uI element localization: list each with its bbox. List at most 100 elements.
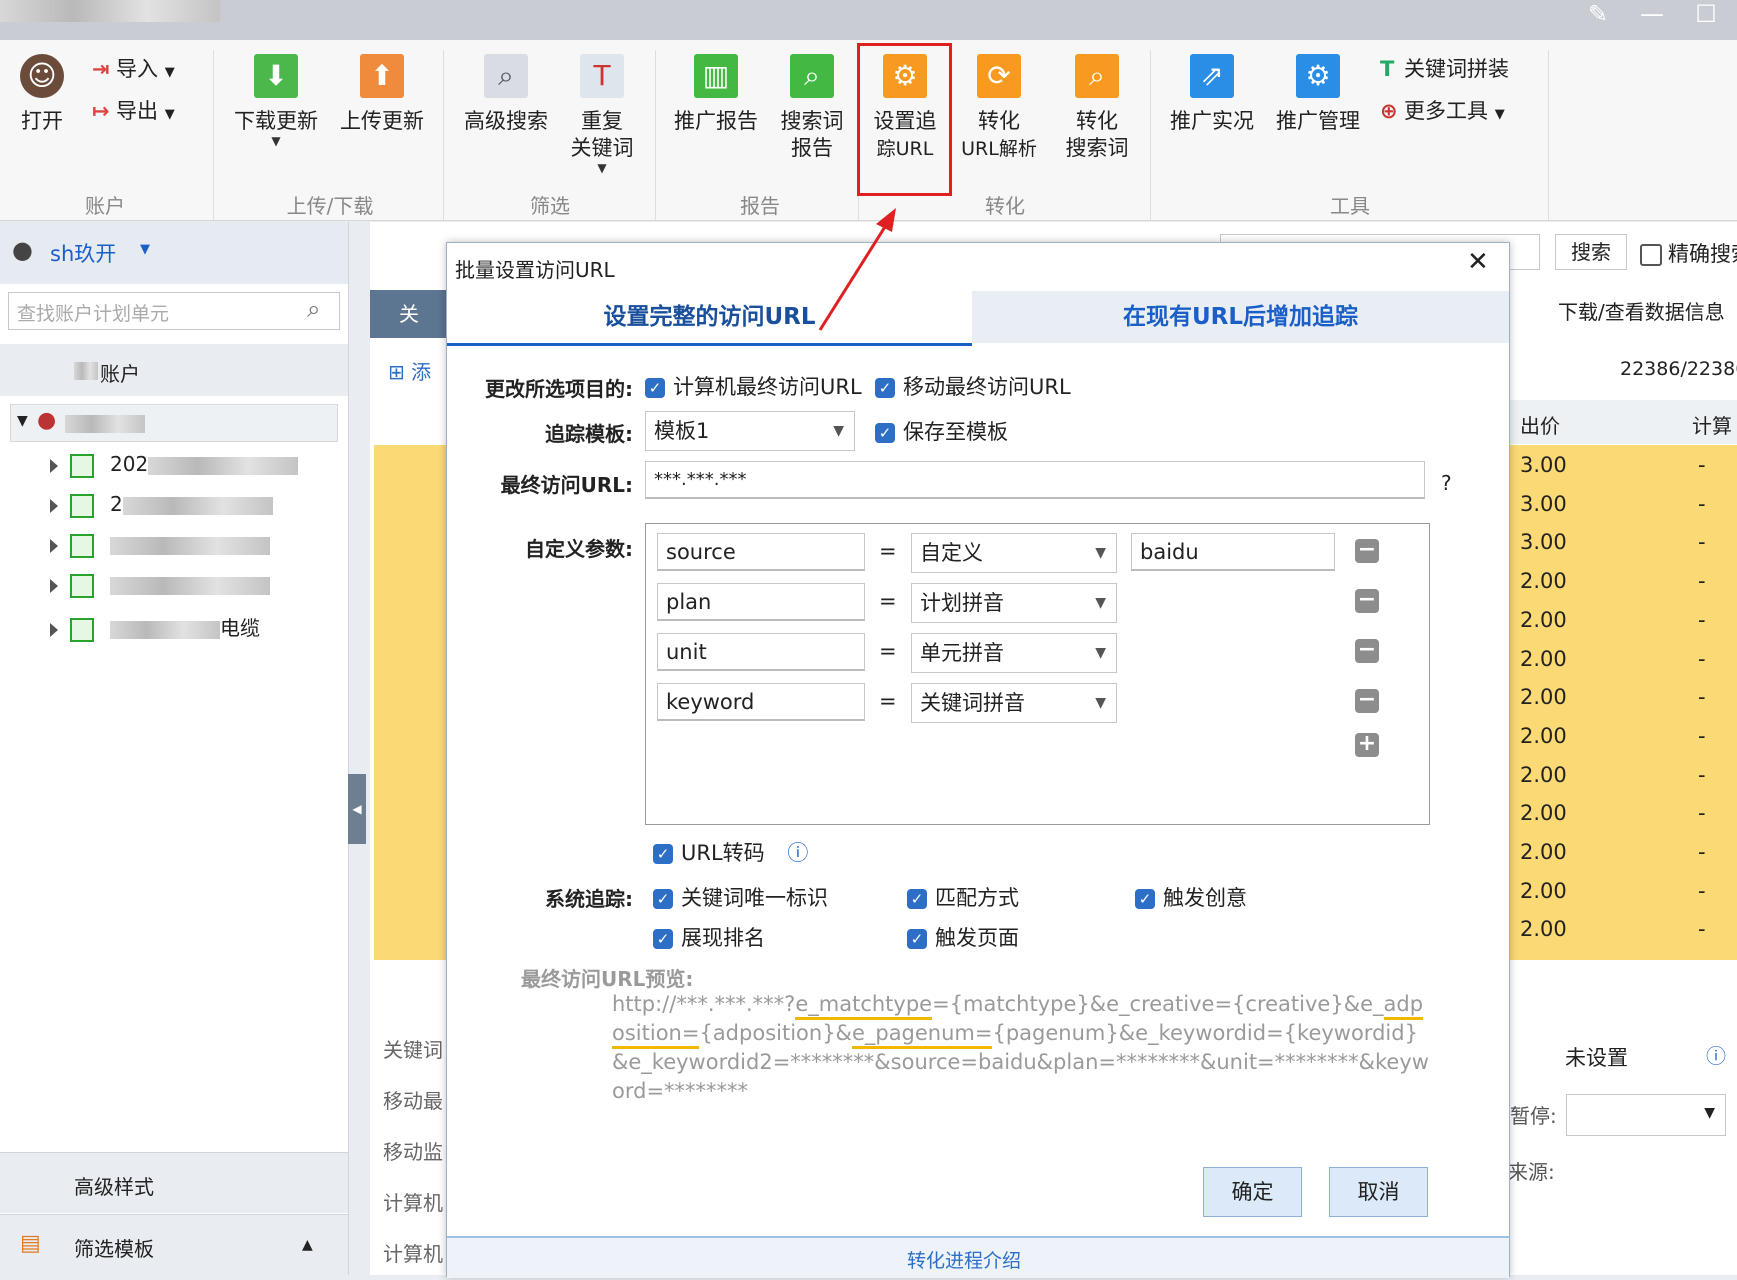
help-icon[interactable]: ⓘ bbox=[787, 841, 808, 865]
table-row[interactable]: 2.00 - bbox=[1520, 917, 1730, 941]
search-button[interactable]: 搜索 bbox=[1555, 234, 1627, 270]
minimize-button[interactable]: — bbox=[1632, 0, 1672, 28]
param-key-input[interactable]: plan bbox=[657, 583, 865, 621]
expand-icon[interactable] bbox=[50, 458, 58, 473]
tree-item[interactable]: 电缆 bbox=[50, 612, 260, 644]
param-key-input[interactable]: unit bbox=[657, 633, 865, 671]
edit-icon[interactable]: ✎ bbox=[1578, 0, 1618, 28]
calc-cell: - bbox=[1698, 453, 1706, 477]
save-template-checkbox[interactable]: ✓ 保存至模板 bbox=[875, 416, 1008, 446]
expand-down-icon[interactable]: ▼ bbox=[17, 413, 28, 429]
keyword-combine-button[interactable]: T 关键词拼装 bbox=[1380, 54, 1509, 84]
expand-icon[interactable] bbox=[50, 538, 58, 553]
table-row[interactable]: 3.00 - bbox=[1520, 530, 1730, 554]
remove-param-button[interactable]: − bbox=[1355, 589, 1379, 613]
table-row[interactable]: 2.00 - bbox=[1520, 840, 1730, 864]
params-label: 自定义参数: bbox=[525, 537, 633, 561]
search-icon[interactable]: ⌕ bbox=[307, 295, 320, 323]
table-row[interactable]: 2.00 - bbox=[1520, 569, 1730, 593]
tree-item[interactable] bbox=[50, 532, 270, 564]
download-view-link[interactable]: 下载/查看数据信息 bbox=[1558, 296, 1725, 325]
tree-item[interactable]: 2 bbox=[50, 492, 273, 524]
tree-item[interactable] bbox=[50, 572, 270, 604]
url-encode-checkbox[interactable]: ✓ URL转码 ⓘ bbox=[653, 837, 808, 867]
add-button[interactable]: ⊞ 添 bbox=[388, 356, 431, 385]
remove-param-button[interactable]: − bbox=[1355, 689, 1379, 713]
add-param-button[interactable]: + bbox=[1355, 733, 1379, 757]
table-row[interactable]: 2.00 - bbox=[1520, 763, 1730, 787]
track-match-type-checkbox[interactable]: ✓ 匹配方式 bbox=[907, 882, 1019, 912]
magnifier-document-icon: ⌕ bbox=[484, 54, 528, 98]
template-select[interactable]: 模板1 ▼ bbox=[645, 411, 855, 451]
advanced-search-button[interactable]: ⌕ 高级搜索 bbox=[458, 54, 554, 135]
tree-item[interactable]: 202 bbox=[50, 452, 299, 484]
track-creative-checkbox[interactable]: ✓ 触发创意 bbox=[1135, 882, 1247, 912]
tree-account-row[interactable]: ▼ ● bbox=[10, 404, 338, 442]
cancel-button[interactable]: 取消 bbox=[1329, 1167, 1428, 1217]
price-cell: 3.00 bbox=[1520, 530, 1567, 555]
param-value-input[interactable]: baidu bbox=[1131, 533, 1335, 571]
arrow-head bbox=[876, 208, 896, 232]
promotion-report-button[interactable]: ▥ 推广报告 bbox=[668, 54, 764, 135]
param-key-input[interactable]: source bbox=[657, 533, 865, 571]
param-type-select[interactable]: 单元拼音 ▼ bbox=[911, 633, 1117, 673]
conversion-intro-link[interactable]: 转化进程介绍 bbox=[907, 1246, 1021, 1273]
username-dropdown[interactable]: sh玖开 bbox=[50, 238, 116, 268]
search-term-report-button[interactable]: ⌕ 搜索词 报告 bbox=[772, 54, 852, 162]
expand-icon[interactable] bbox=[50, 578, 58, 593]
close-icon[interactable]: ✕ bbox=[1467, 247, 1489, 277]
track-keyword-id-checkbox[interactable]: ✓ 关键词唯一标识 bbox=[653, 882, 828, 912]
tree-search-input[interactable]: 查找账户计划单元 ⌕ bbox=[8, 292, 340, 330]
mobile-url-checkbox[interactable]: ✓ 移动最终访问URL bbox=[875, 371, 1071, 401]
manage-icon: ⚙ bbox=[1296, 54, 1340, 98]
table-row[interactable]: 2.00 - bbox=[1520, 879, 1730, 903]
final-url-input[interactable]: ***.***.*** bbox=[645, 461, 1425, 499]
param-type-select[interactable]: 关键词拼音 ▼ bbox=[911, 683, 1117, 723]
chevron-down-icon: ▼ bbox=[1095, 695, 1106, 711]
ok-button[interactable]: 确定 bbox=[1203, 1167, 1302, 1217]
promotion-manage-button[interactable]: ⚙ 推广管理 bbox=[1270, 54, 1366, 135]
download-update-button[interactable]: ⬇ 下载更新 ▼ bbox=[228, 54, 324, 147]
help-icon[interactable]: ⓘ bbox=[1706, 1040, 1726, 1069]
chevron-down-icon[interactable]: ▼ bbox=[140, 242, 150, 257]
pause-select[interactable]: ▼ bbox=[1566, 1094, 1726, 1136]
track-rank-checkbox[interactable]: ✓ 展现排名 bbox=[653, 922, 765, 952]
chevron-up-icon[interactable]: ▲ bbox=[302, 1237, 313, 1253]
promotion-live-button[interactable]: ⇗ 推广实况 bbox=[1164, 54, 1260, 135]
conversion-search-term-button[interactable]: ⌕ 转化 搜索词 bbox=[1052, 54, 1142, 162]
more-tools-button[interactable]: ⊕ 更多工具 ▼ bbox=[1380, 96, 1505, 130]
table-row[interactable]: 3.00 - bbox=[1520, 453, 1730, 477]
duplicate-keyword-button[interactable]: T 重复 关键词 ▼ bbox=[562, 54, 642, 174]
table-row[interactable]: 2.00 - bbox=[1520, 801, 1730, 825]
upload-update-button[interactable]: ⬆ 上传更新 bbox=[334, 54, 430, 135]
param-type-select[interactable]: 自定义 ▼ bbox=[911, 533, 1117, 573]
table-row[interactable]: 2.00 - bbox=[1520, 724, 1730, 748]
pc-url-checkbox[interactable]: ✓ 计算机最终访问URL bbox=[645, 371, 862, 401]
advanced-style-bar[interactable]: 高级样式 bbox=[0, 1152, 348, 1213]
exact-search-checkbox[interactable]: 精确搜索 bbox=[1640, 238, 1737, 268]
export-button[interactable]: ↦ 导出 ▼ bbox=[92, 96, 175, 130]
track-page-checkbox[interactable]: ✓ 触发页面 bbox=[907, 922, 1019, 952]
param-key-input[interactable]: keyword bbox=[657, 683, 865, 721]
expand-icon[interactable] bbox=[50, 498, 58, 513]
remove-param-button[interactable]: − bbox=[1355, 639, 1379, 663]
remove-param-button[interactable]: − bbox=[1355, 539, 1379, 563]
table-row[interactable]: 3.00 - bbox=[1520, 492, 1730, 516]
import-button[interactable]: ⇥ 导入 ▼ bbox=[92, 54, 175, 88]
param-type-select[interactable]: 计划拼音 ▼ bbox=[911, 583, 1117, 623]
tab-append-tracking[interactable]: 在现有URL后增加追踪 bbox=[972, 291, 1509, 343]
dropdown-arrow-icon: ▼ bbox=[597, 161, 607, 175]
open-button[interactable]: ☺ 打开 bbox=[12, 54, 72, 135]
highlight-box bbox=[857, 43, 952, 196]
table-row[interactable]: 2.00 - bbox=[1520, 685, 1730, 709]
maximize-button[interactable]: ☐ bbox=[1686, 0, 1726, 28]
collapse-panel-handle[interactable]: ◀ bbox=[348, 774, 366, 844]
filter-template-bar[interactable]: ▤ 筛选模板 ▲ bbox=[0, 1214, 348, 1276]
expand-icon[interactable] bbox=[50, 622, 58, 637]
main-tab[interactable]: 关 bbox=[370, 290, 448, 338]
check-icon: ✓ bbox=[653, 889, 673, 909]
table-row[interactable]: 2.00 - bbox=[1520, 647, 1730, 671]
conversion-url-parse-button[interactable]: ⟳ 转化 URL解析 bbox=[956, 54, 1042, 163]
table-row[interactable]: 2.00 - bbox=[1520, 608, 1730, 632]
help-icon[interactable]: ? bbox=[1441, 471, 1452, 495]
